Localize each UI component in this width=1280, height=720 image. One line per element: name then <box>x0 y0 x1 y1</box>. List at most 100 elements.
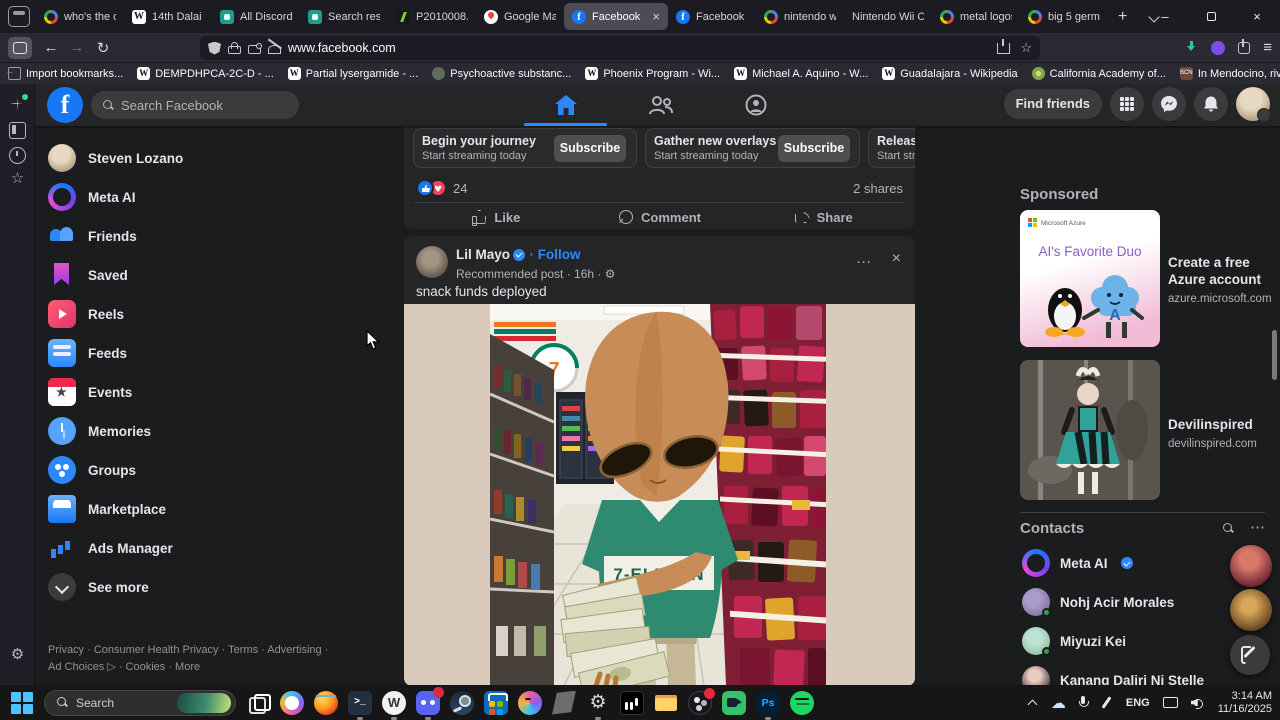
browser-tab[interactable]: nintendo wii <box>756 3 844 30</box>
contacts-search-icon[interactable] <box>1223 523 1234 534</box>
sidebar-item-saved[interactable]: Saved <box>40 256 365 294</box>
menu-grid-button[interactable] <box>1110 87 1144 121</box>
contact-row[interactable]: Miyuzi Kei <box>1022 622 1257 660</box>
microphone-tray-icon[interactable] <box>1078 696 1089 709</box>
subscription-card[interactable]: Release y Start strea <box>868 128 915 168</box>
sidebar-item-feeds[interactable]: Feeds <box>40 334 365 372</box>
gray-app-button[interactable] <box>552 690 576 715</box>
app-menu-icon[interactable]: ≡ <box>1263 39 1272 56</box>
notifications-blocked-icon[interactable] <box>268 44 281 54</box>
browser-tab[interactable]: W 14th Dalai La <box>124 3 212 30</box>
new-tab-button[interactable]: + <box>1118 8 1127 26</box>
share-count[interactable]: 2 shares <box>853 181 903 196</box>
browser-tab[interactable]: P2010008.orf <box>388 3 476 30</box>
tab-home[interactable] <box>518 84 613 126</box>
discord-app-button[interactable] <box>416 686 444 720</box>
bookmark-item[interactable]: W Phoenix Program - Wi... <box>585 67 720 80</box>
facebook-search-input[interactable]: Search Facebook <box>91 91 299 119</box>
sponsored-ad-devilinspired[interactable]: Devilinspired devilinspired.com <box>1168 416 1273 453</box>
taskbar-clock[interactable]: 3:14 AM 11/16/2025 <box>1218 690 1272 716</box>
contacts-menu-icon[interactable]: ⋯ <box>1250 520 1265 535</box>
microsoft-store-button[interactable] <box>484 690 508 715</box>
browser-tab[interactable]: Google Maps <box>476 3 564 30</box>
sponsored-ad-devilinspired-image[interactable] <box>1020 360 1160 500</box>
save-page-icon[interactable] <box>997 38 1011 54</box>
weather-cloud-icon[interactable]: ☁ <box>1051 694 1066 712</box>
browser-tab[interactable]: metal logos <box>932 3 1020 30</box>
bookmark-item[interactable]: W Michael A. Aquino - W... <box>734 67 868 80</box>
browser-tab[interactable]: All Discord se <box>212 3 300 30</box>
photoshop-app-button[interactable]: Ps <box>756 690 780 720</box>
sidebar-item-meta-ai[interactable]: Meta AI <box>40 178 365 216</box>
facebook-logo[interactable]: f <box>47 87 83 123</box>
lock-icon[interactable] <box>228 42 241 54</box>
forward-button[interactable]: → <box>64 39 90 56</box>
photos-app-button[interactable] <box>518 690 542 715</box>
downloads-icon[interactable] <box>1185 41 1198 54</box>
bookmark-item[interactable]: California Academy of... <box>1031 67 1166 80</box>
post-author-avatar[interactable] <box>416 246 448 278</box>
w-app-button[interactable]: W <box>382 690 406 720</box>
firefox-view-icon[interactable] <box>8 6 30 27</box>
url-text[interactable]: www.facebook.com <box>288 41 990 55</box>
subscription-card[interactable]: Begin your journey Start streaming today… <box>413 128 637 168</box>
footer-line[interactable]: Privacy · Consumer Health Privacy · Term… <box>48 642 388 659</box>
tray-overflow-chevron-icon[interactable] <box>1028 698 1038 708</box>
notifications-button[interactable] <box>1194 87 1228 121</box>
history-icon[interactable] <box>9 147 26 164</box>
find-friends-button[interactable]: Find friends <box>1003 89 1102 119</box>
bookmarks-icon[interactable]: ☆ <box>9 170 26 187</box>
url-bar[interactable]: www.facebook.com ☆ <box>200 36 1040 60</box>
terminal-app-button[interactable]: >_ <box>348 690 372 720</box>
sidebar-item-reels[interactable]: Reels <box>40 295 365 333</box>
pen-tray-icon[interactable] <box>1100 696 1113 709</box>
reload-button[interactable]: ↻ <box>90 39 116 57</box>
browser-tab[interactable]: Search results <box>300 3 388 30</box>
account-icon[interactable] <box>1211 40 1226 55</box>
browser-tab-active-facebook[interactable]: f Facebook × <box>564 3 668 30</box>
post-menu-icon[interactable]: … <box>856 250 872 268</box>
contact-meta-ai[interactable]: Meta AI <box>1022 544 1257 582</box>
ai-chat-icon[interactable] <box>9 94 28 113</box>
bookmark-item[interactable]: W DEMPDHPCA-2C-D - ... <box>137 67 274 80</box>
browser-tab[interactable]: f Facebook <box>668 3 756 30</box>
sponsored-ad-azure-image[interactable]: Microsoft Azure AI's Favorite Duo A <box>1020 210 1160 347</box>
subscription-card[interactable]: Gather new overlays Start streaming toda… <box>645 128 860 168</box>
follow-link[interactable]: · Follow <box>529 247 580 262</box>
comment-button[interactable]: Comment <box>578 206 742 228</box>
like-reaction-icon[interactable] <box>416 179 434 197</box>
steam-app-button[interactable] <box>450 690 474 715</box>
subscribe-button[interactable]: Subscribe <box>554 135 626 162</box>
page-scrollbar[interactable] <box>1272 330 1277 380</box>
window-minimize-button[interactable]: – <box>1142 9 1188 24</box>
footer-line[interactable]: Ad Choices ▷ · Cookies · More <box>48 659 388 676</box>
like-button[interactable]: Like <box>414 206 578 228</box>
sidebar-item-groups[interactable]: Groups <box>40 451 365 489</box>
share-button[interactable]: Share <box>741 206 905 228</box>
spotify-app-button[interactable] <box>790 690 814 715</box>
subscribe-button[interactable]: Subscribe <box>778 135 850 162</box>
bookmark-item[interactable]: W Partial lysergamide - ... <box>287 67 418 80</box>
browser-tab[interactable]: who's the dal <box>36 3 124 30</box>
window-maximize-button[interactable] <box>1188 9 1234 24</box>
bookmark-item[interactable]: W Guadalajara - Wikipedia <box>882 67 1018 80</box>
sidebar-toggle-button[interactable] <box>8 36 32 59</box>
browser-tab[interactable]: Nintendo Wii Con <box>844 3 932 30</box>
tab-close-icon[interactable]: × <box>652 9 660 24</box>
language-indicator[interactable]: ENG <box>1126 697 1150 709</box>
ad-title[interactable]: Devilinspired <box>1168 416 1273 433</box>
contact-row[interactable]: Nohj Acir Morales <box>1022 583 1257 621</box>
container-tab-icon[interactable] <box>248 42 262 54</box>
synced-tabs-icon[interactable] <box>9 122 26 139</box>
taskbar-search-input[interactable]: Search <box>44 689 236 716</box>
volume-icon[interactable] <box>1191 697 1205 709</box>
sidebar-item-marketplace[interactable]: Marketplace <box>40 490 365 528</box>
post-photo-alien-store[interactable]: 7 <box>404 304 915 685</box>
copilot-button[interactable] <box>280 690 304 715</box>
bookmark-star-icon[interactable]: ☆ <box>1020 40 1032 56</box>
facebook-footer-links[interactable]: Privacy · Consumer Health Privacy · Term… <box>48 642 388 676</box>
tracking-protection-shield-icon[interactable] <box>208 41 221 55</box>
sponsored-ad-azure[interactable]: Create a free Azure account azure.micros… <box>1168 254 1273 308</box>
sidebar-item-memories[interactable]: Memories <box>40 412 365 450</box>
window-close-button[interactable]: × <box>1234 9 1280 24</box>
